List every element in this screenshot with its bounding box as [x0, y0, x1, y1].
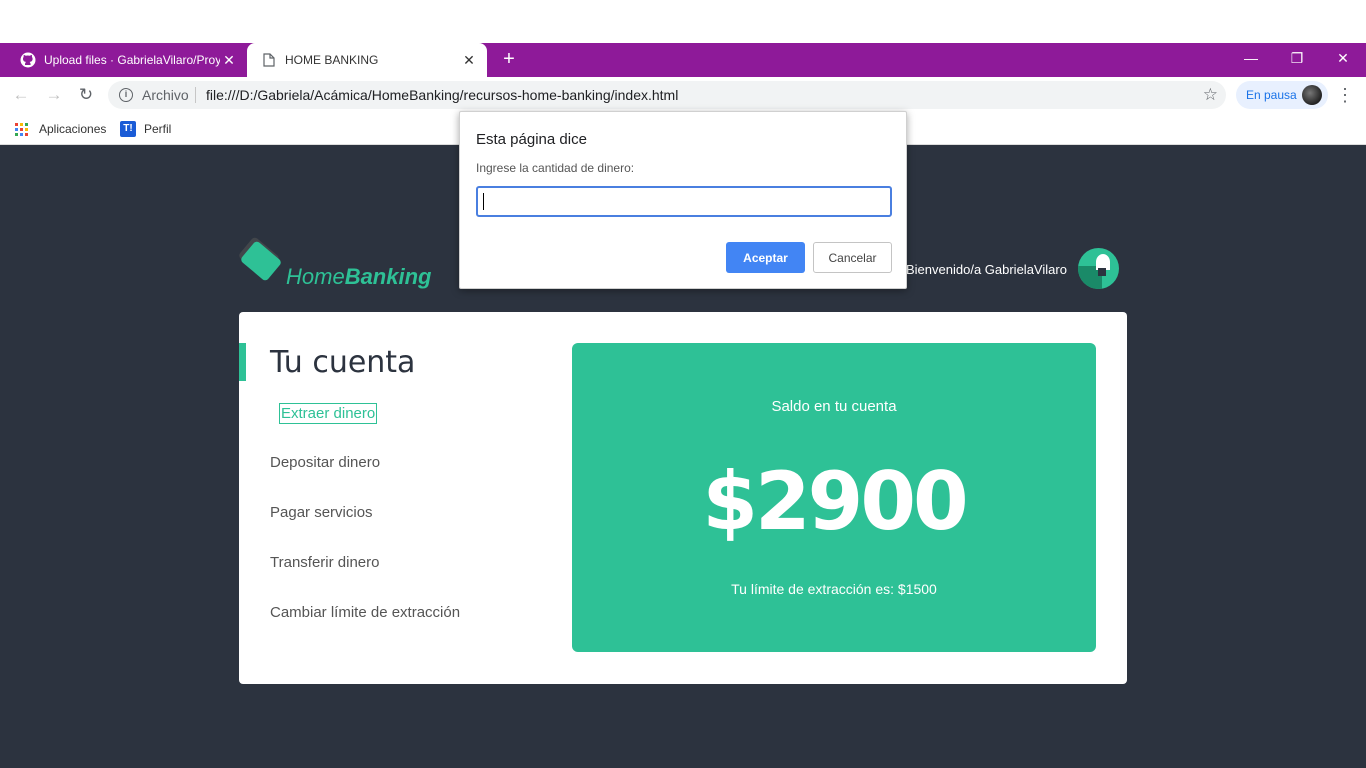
amount-input[interactable] — [476, 186, 892, 217]
account-panel: Tu cuenta Extraer dinero Depositar diner… — [239, 312, 1127, 684]
bookmark-apps[interactable]: Aplicaciones — [15, 120, 106, 138]
dialog-title: Esta página dice — [476, 131, 587, 148]
minimize-icon[interactable]: — — [1228, 43, 1274, 73]
welcome-text: Bienvenido/a GabrielaVilaro — [906, 262, 1067, 277]
trello-icon: T! — [120, 121, 136, 137]
divider — [195, 87, 196, 103]
homebanking-logo: HomeBanking — [237, 236, 440, 292]
dialog-message: Ingrese la cantidad de dinero: — [476, 161, 635, 175]
forward-arrow-icon[interactable]: → — [43, 84, 65, 106]
new-tab-button[interactable]: + — [498, 48, 520, 70]
menu-extraer-dinero[interactable]: Extraer dinero — [279, 403, 378, 424]
tab-title: Upload files · GabrielaVilaro/Proy — [44, 53, 220, 67]
section-accent-bar — [239, 343, 246, 381]
reload-icon[interactable]: ↻ — [75, 84, 97, 106]
apps-grid-icon — [15, 122, 28, 136]
balance-label: Saldo en tu cuenta — [771, 398, 897, 415]
browser-window: Upload files · GabrielaVilaro/Proy ✕ HOM… — [0, 0, 1366, 768]
menu-cambiar-limite[interactable]: Cambiar límite de extracción — [270, 604, 460, 621]
balance-value: $2900 — [702, 455, 968, 548]
close-tab-icon[interactable]: ✕ — [221, 52, 237, 68]
tab-strip: Upload files · GabrielaVilaro/Proy ✕ HOM… — [0, 43, 1366, 77]
tab-title: HOME BANKING — [285, 53, 379, 67]
accept-button[interactable]: Aceptar — [726, 242, 805, 273]
menu-transferir-dinero[interactable]: Transferir dinero — [270, 554, 379, 571]
bookmark-star-icon[interactable]: ☆ — [1203, 85, 1218, 105]
page-icon — [261, 52, 277, 68]
kebab-menu-icon[interactable]: ⋮ — [1336, 84, 1354, 106]
menu-pagar-servicios[interactable]: Pagar servicios — [270, 504, 373, 521]
tab-home-banking[interactable]: HOME BANKING ✕ — [247, 43, 487, 77]
address-bar[interactable]: i Archivo file:///D:/Gabriela/Acámica/Ho… — [108, 81, 1226, 109]
close-window-icon[interactable]: ✕ — [1320, 43, 1366, 73]
tab-upload-files[interactable]: Upload files · GabrielaVilaro/Proy ✕ — [0, 43, 247, 77]
prompt-dialog: Esta página dice Ingrese la cantidad de … — [459, 111, 907, 289]
user-avatar[interactable] — [1078, 248, 1119, 289]
text-caret — [483, 193, 484, 210]
url-text[interactable]: file:///D:/Gabriela/Acámica/HomeBanking/… — [206, 87, 678, 103]
profile-button[interactable]: En pausa — [1236, 81, 1328, 109]
browser-toolbar: ← → ↻ i Archivo file:///D:/Gabriela/Acám… — [0, 77, 1366, 113]
menu-depositar-dinero[interactable]: Depositar dinero — [270, 454, 380, 471]
extraction-limit: Tu límite de extracción es: $1500 — [731, 581, 937, 597]
github-icon — [20, 52, 36, 68]
info-icon[interactable]: i — [119, 88, 133, 102]
bookmark-perfil[interactable]: T! Perfil — [120, 120, 171, 138]
balance-card: Saldo en tu cuenta $2900 Tu límite de ex… — [572, 343, 1096, 652]
scheme-label: Archivo — [142, 87, 189, 103]
bookmark-label: Perfil — [144, 122, 172, 136]
close-tab-icon[interactable]: ✕ — [461, 52, 477, 68]
bookmark-label: Aplicaciones — [39, 122, 107, 136]
section-title: Tu cuenta — [270, 345, 416, 380]
back-arrow-icon[interactable]: ← — [10, 84, 32, 106]
profile-avatar — [1302, 85, 1322, 105]
cancel-button[interactable]: Cancelar — [813, 242, 892, 273]
profile-status: En pausa — [1246, 88, 1297, 102]
restore-icon[interactable]: ❐ — [1274, 43, 1320, 73]
logo-text: HomeBanking — [286, 264, 432, 289]
